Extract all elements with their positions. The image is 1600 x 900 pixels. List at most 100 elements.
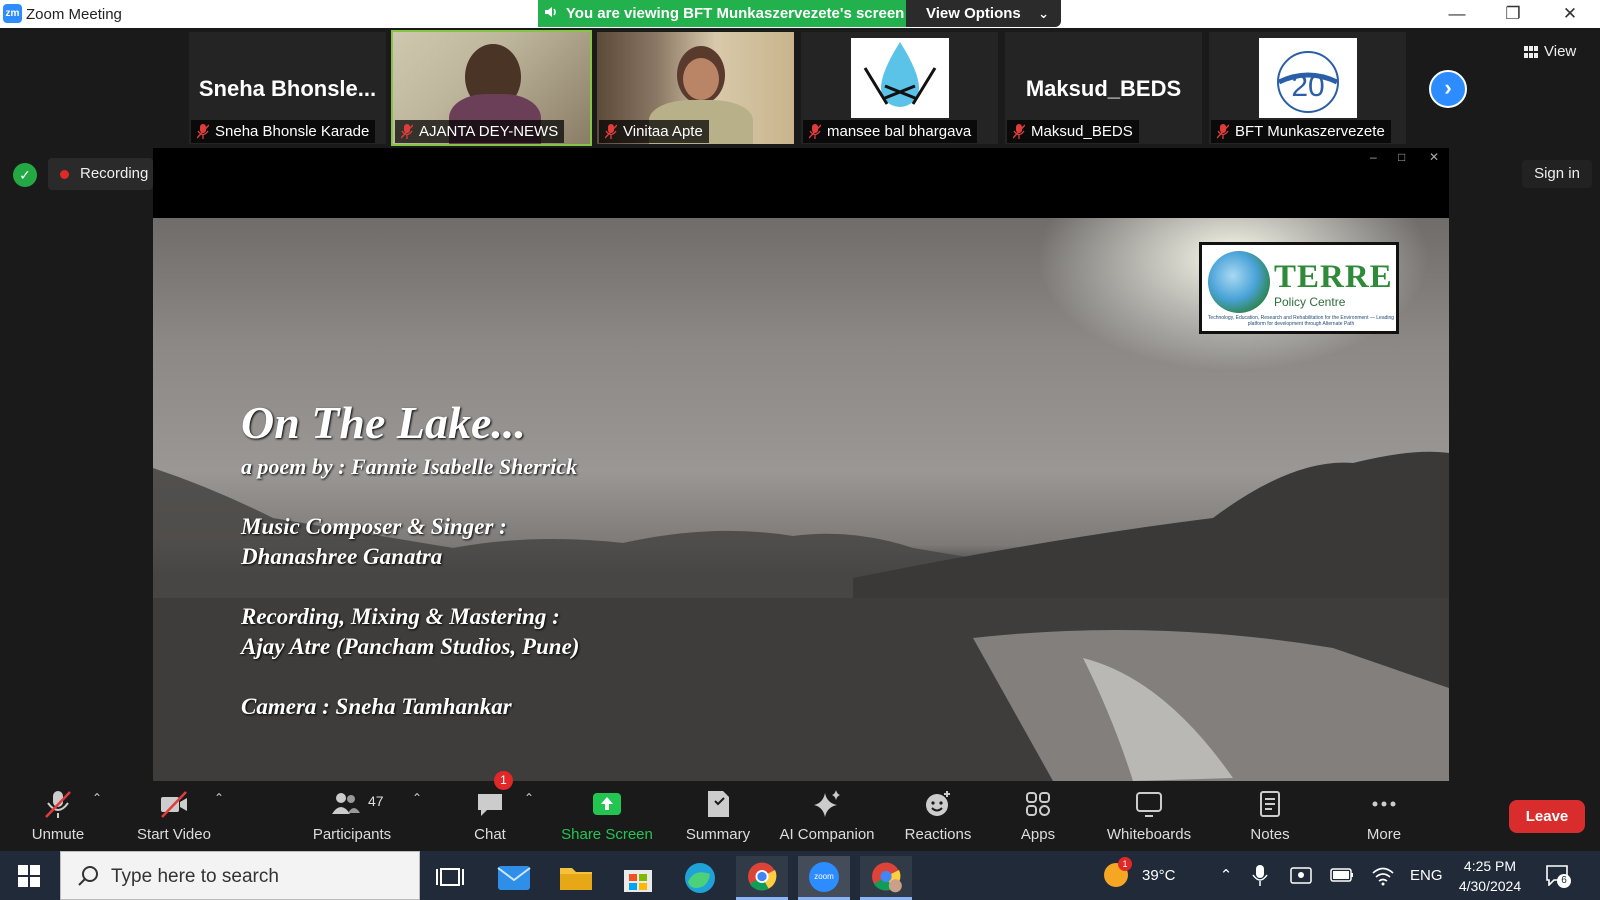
apps-icon: [1026, 792, 1050, 816]
chat-caret-icon[interactable]: ⌃: [524, 791, 534, 805]
chat-button[interactable]: 1 Chat: [450, 771, 530, 851]
credit-line: Recording, Mixing & Mastering :: [241, 604, 560, 629]
sign-in-button[interactable]: Sign in: [1522, 160, 1592, 188]
grid-icon: [1524, 46, 1538, 58]
participant-tile[interactable]: mansee bal bhargava: [801, 32, 998, 144]
notification-center-button[interactable]: 6: [1545, 864, 1571, 888]
share-screen-button[interactable]: Share Screen: [558, 781, 656, 851]
reactions-label: Reactions: [904, 826, 972, 843]
mic-muted-icon: [45, 791, 71, 818]
share-screen-icon: [593, 793, 621, 815]
view-button[interactable]: View: [1522, 40, 1576, 64]
battery-icon[interactable]: [1330, 867, 1354, 883]
participant-big-name: Maksud_BEDS: [1025, 76, 1182, 101]
notes-button[interactable]: Notes: [1232, 781, 1308, 851]
video-options-caret-icon[interactable]: ⌃: [214, 791, 224, 805]
participant-name: Vinitaa Apte: [623, 123, 703, 140]
show-hidden-icons-chevron-icon[interactable]: ⌃: [1216, 851, 1236, 900]
summary-button[interactable]: Summary: [674, 781, 762, 851]
participant-tile[interactable]: Sneha Bhonsle... Sneha Bhonsle Karade: [189, 32, 386, 144]
recording-label: Recording: [80, 165, 149, 182]
shield-icon[interactable]: ✓: [13, 163, 37, 187]
chrome-browser-icon[interactable]: [736, 856, 788, 900]
terre-logo-name: TERRE: [1274, 259, 1393, 295]
unmute-button[interactable]: Unmute: [18, 781, 98, 851]
start-video-button[interactable]: Start Video: [128, 781, 220, 851]
participants-caret-icon[interactable]: ⌃: [412, 791, 422, 805]
windows-taskbar: Type here to search zoom 1 39°C ⌃ ENG 4:…: [0, 851, 1600, 900]
more-label: More: [1366, 826, 1402, 843]
notification-count: 6: [1557, 874, 1571, 888]
record-dot-icon: [60, 170, 69, 179]
zoom-window: zm Zoom Meeting You are viewing BFT Munk…: [0, 0, 1600, 900]
poem-subtitle: a poem by : Fannie Isabelle Sherrick: [241, 454, 578, 479]
participant-strip: View Sneha Bhonsle... Sneha Bhonsle Kara…: [0, 28, 1600, 146]
summary-label: Summary: [685, 826, 751, 843]
language-indicator[interactable]: ENG: [1410, 851, 1446, 900]
terre-logo-sub: Policy Centre: [1274, 295, 1346, 309]
whiteboards-button[interactable]: Whiteboards: [1096, 781, 1202, 851]
participant-name-bar: AJANTA DEY-NEWS: [395, 120, 565, 143]
viewing-banner: You are viewing BFT Munkaszervezete's sc…: [538, 0, 906, 27]
search-icon: [78, 866, 98, 886]
wifi-icon[interactable]: [1372, 866, 1394, 886]
file-explorer-icon[interactable]: [550, 856, 602, 900]
participant-tile[interactable]: Vinitaa Apte: [597, 32, 794, 144]
apps-button[interactable]: Apps: [1000, 781, 1076, 851]
summary-icon: [708, 791, 729, 817]
leave-button[interactable]: Leave: [1509, 800, 1585, 833]
reactions-button[interactable]: Reactions: [890, 781, 986, 851]
task-view-icon[interactable]: [424, 856, 476, 900]
apps-label: Apps: [1020, 826, 1056, 843]
restore-button[interactable]: ❐: [1493, 2, 1533, 26]
zoom-app-icon: zoom: [809, 862, 839, 892]
chat-label: Chat: [474, 826, 506, 843]
participant-big-name: Sneha Bhonsle...: [198, 76, 377, 101]
participant-avatar-logo: 20: [1259, 38, 1357, 118]
participant-tile-active-speaker[interactable]: AJANTA DEY-NEWS: [391, 30, 592, 146]
mic-muted-icon: [809, 124, 821, 139]
taskbar-search-input[interactable]: Type here to search: [60, 851, 420, 900]
ai-companion-button[interactable]: AI Companion: [774, 781, 880, 851]
weather-temp: 39°C: [1142, 867, 1176, 884]
windows-start-icon[interactable]: [18, 865, 40, 887]
participant-tile[interactable]: Maksud_BEDS Maksud_BEDS: [1005, 32, 1202, 144]
window-title: Zoom Meeting: [26, 6, 122, 23]
mic-muted-icon: [1217, 124, 1229, 139]
participant-name-bar: BFT Munkaszervezete: [1211, 120, 1391, 143]
close-button[interactable]: ✕: [1550, 2, 1590, 26]
view-options-button[interactable]: View Options ⌄: [906, 0, 1061, 27]
more-button[interactable]: More: [1346, 781, 1422, 851]
weather-widget[interactable]: 1 39°C: [1104, 851, 1194, 900]
whiteboard-icon: [1136, 792, 1162, 817]
participant-name: BFT Munkaszervezete: [1235, 123, 1385, 140]
unmute-label: Unmute: [31, 826, 85, 843]
mic-muted-icon: [401, 124, 413, 139]
microphone-icon[interactable]: [1252, 865, 1268, 887]
next-page-button[interactable]: ›: [1429, 70, 1467, 108]
participant-tile[interactable]: 20 BFT Munkaszervezete: [1209, 32, 1406, 144]
recording-indicator[interactable]: Recording: [48, 158, 153, 190]
mail-icon[interactable]: [488, 856, 540, 900]
shared-screen: TERRE Policy Centre Technology, Educatio…: [153, 218, 1449, 781]
share-screen-label: Share Screen: [561, 826, 653, 843]
credit-line: Camera : Sneha Tamhankar: [241, 694, 512, 719]
participants-button[interactable]: 47 Participants: [304, 781, 400, 851]
participants-icon: [332, 793, 360, 814]
edge-browser-icon[interactable]: [674, 856, 726, 900]
terre-logo: TERRE Policy Centre Technology, Educatio…: [1199, 242, 1399, 334]
taskbar-clock[interactable]: 4:25 PM 4/30/2024: [1445, 856, 1535, 896]
clock-date: 4/30/2024: [1458, 878, 1522, 894]
audio-options-caret-icon[interactable]: ⌃: [92, 791, 102, 805]
chrome-profile-icon[interactable]: [860, 856, 912, 900]
participants-label: Participants: [312, 826, 392, 843]
minimize-button[interactable]: —: [1437, 2, 1477, 26]
participant-name-bar: Vinitaa Apte: [599, 120, 709, 143]
water-hands-icon: [863, 42, 937, 107]
whiteboards-label: Whiteboards: [1106, 826, 1192, 843]
zoom-taskbar-app[interactable]: zoom: [798, 856, 850, 900]
balatoni-logo-icon: 20: [1277, 51, 1339, 113]
microsoft-store-icon[interactable]: [612, 856, 664, 900]
poem-title: On The Lake...: [241, 397, 526, 448]
meet-now-icon[interactable]: [1290, 865, 1312, 887]
